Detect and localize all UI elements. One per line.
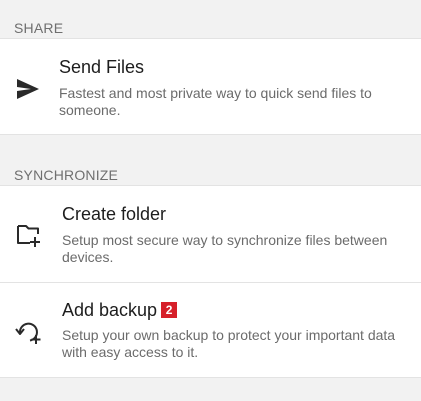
synchronize-card: Create folder Setup most secure way to s… [0, 185, 421, 378]
send-icon [14, 75, 42, 103]
section-header-share: SHARE [14, 20, 64, 36]
item-description-create-folder: Setup most secure way to synchronize fil… [62, 232, 388, 265]
item-description-send-files: Fastest and most private way to quick se… [59, 85, 372, 118]
list-item-add-backup[interactable]: Add backup 2 Setup your own backup to pro… [0, 283, 421, 379]
list-item-create-folder[interactable]: Create folder Setup most secure way to s… [0, 186, 421, 282]
create-folder-icon [14, 221, 42, 249]
item-title-add-backup-text: Add backup [62, 300, 158, 320]
list-item-send-files[interactable]: Send Files Fastest and most private way … [0, 38, 421, 135]
item-title-add-backup: Add backup 2 [62, 300, 178, 321]
item-description-add-backup: Setup your own backup to protect your im… [62, 327, 396, 360]
backup-icon [14, 317, 42, 345]
notification-badge: 2 [161, 302, 178, 318]
item-title-send-files: Send Files [59, 57, 145, 77]
section-header-synchronize: SYNCHRONIZE [14, 167, 119, 183]
item-title-create-folder: Create folder [62, 204, 167, 224]
